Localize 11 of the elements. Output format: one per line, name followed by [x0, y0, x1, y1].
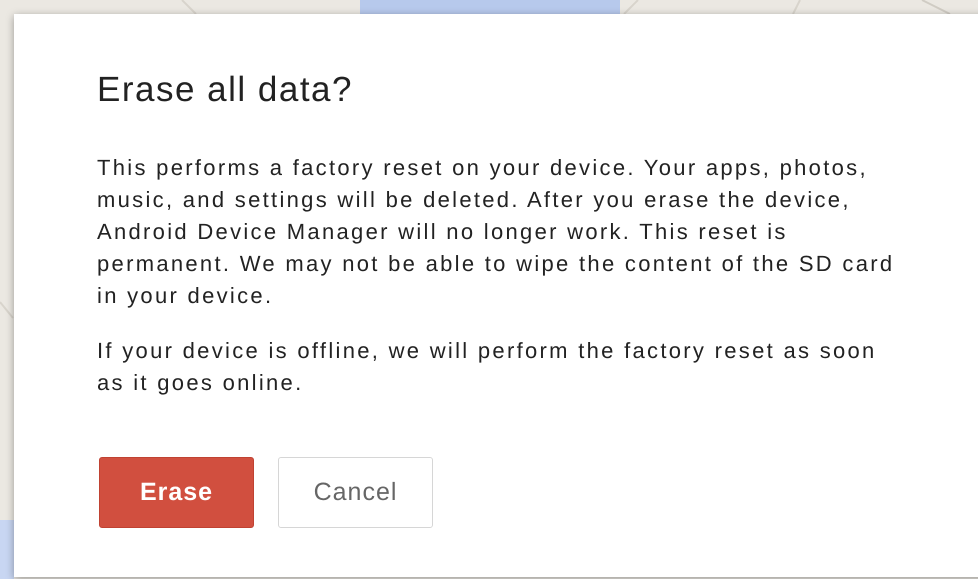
map-road — [0, 301, 14, 319]
dialog-message: This performs a factory reset on your device. Your apps, photos, music, and settings will be deleted. After you erase the device, Android Device Manager will no longer work. This reset is permanent. We may not be able to wipe the content of the SD card in your device. — [97, 154, 896, 310]
map-road — [181, 0, 197, 15]
map-road — [792, 0, 801, 14]
cancel-button[interactable]: Cancel — [278, 457, 433, 528]
map-road — [623, 0, 639, 15]
water-area — [0, 520, 14, 579]
dialog-title: Erase all data? — [97, 70, 353, 110]
map-road — [922, 0, 950, 15]
dialog-message: If your device is offline, we will perform the factory reset as soon as it goes online. — [97, 337, 878, 397]
erase-button[interactable]: Erase — [99, 457, 254, 528]
